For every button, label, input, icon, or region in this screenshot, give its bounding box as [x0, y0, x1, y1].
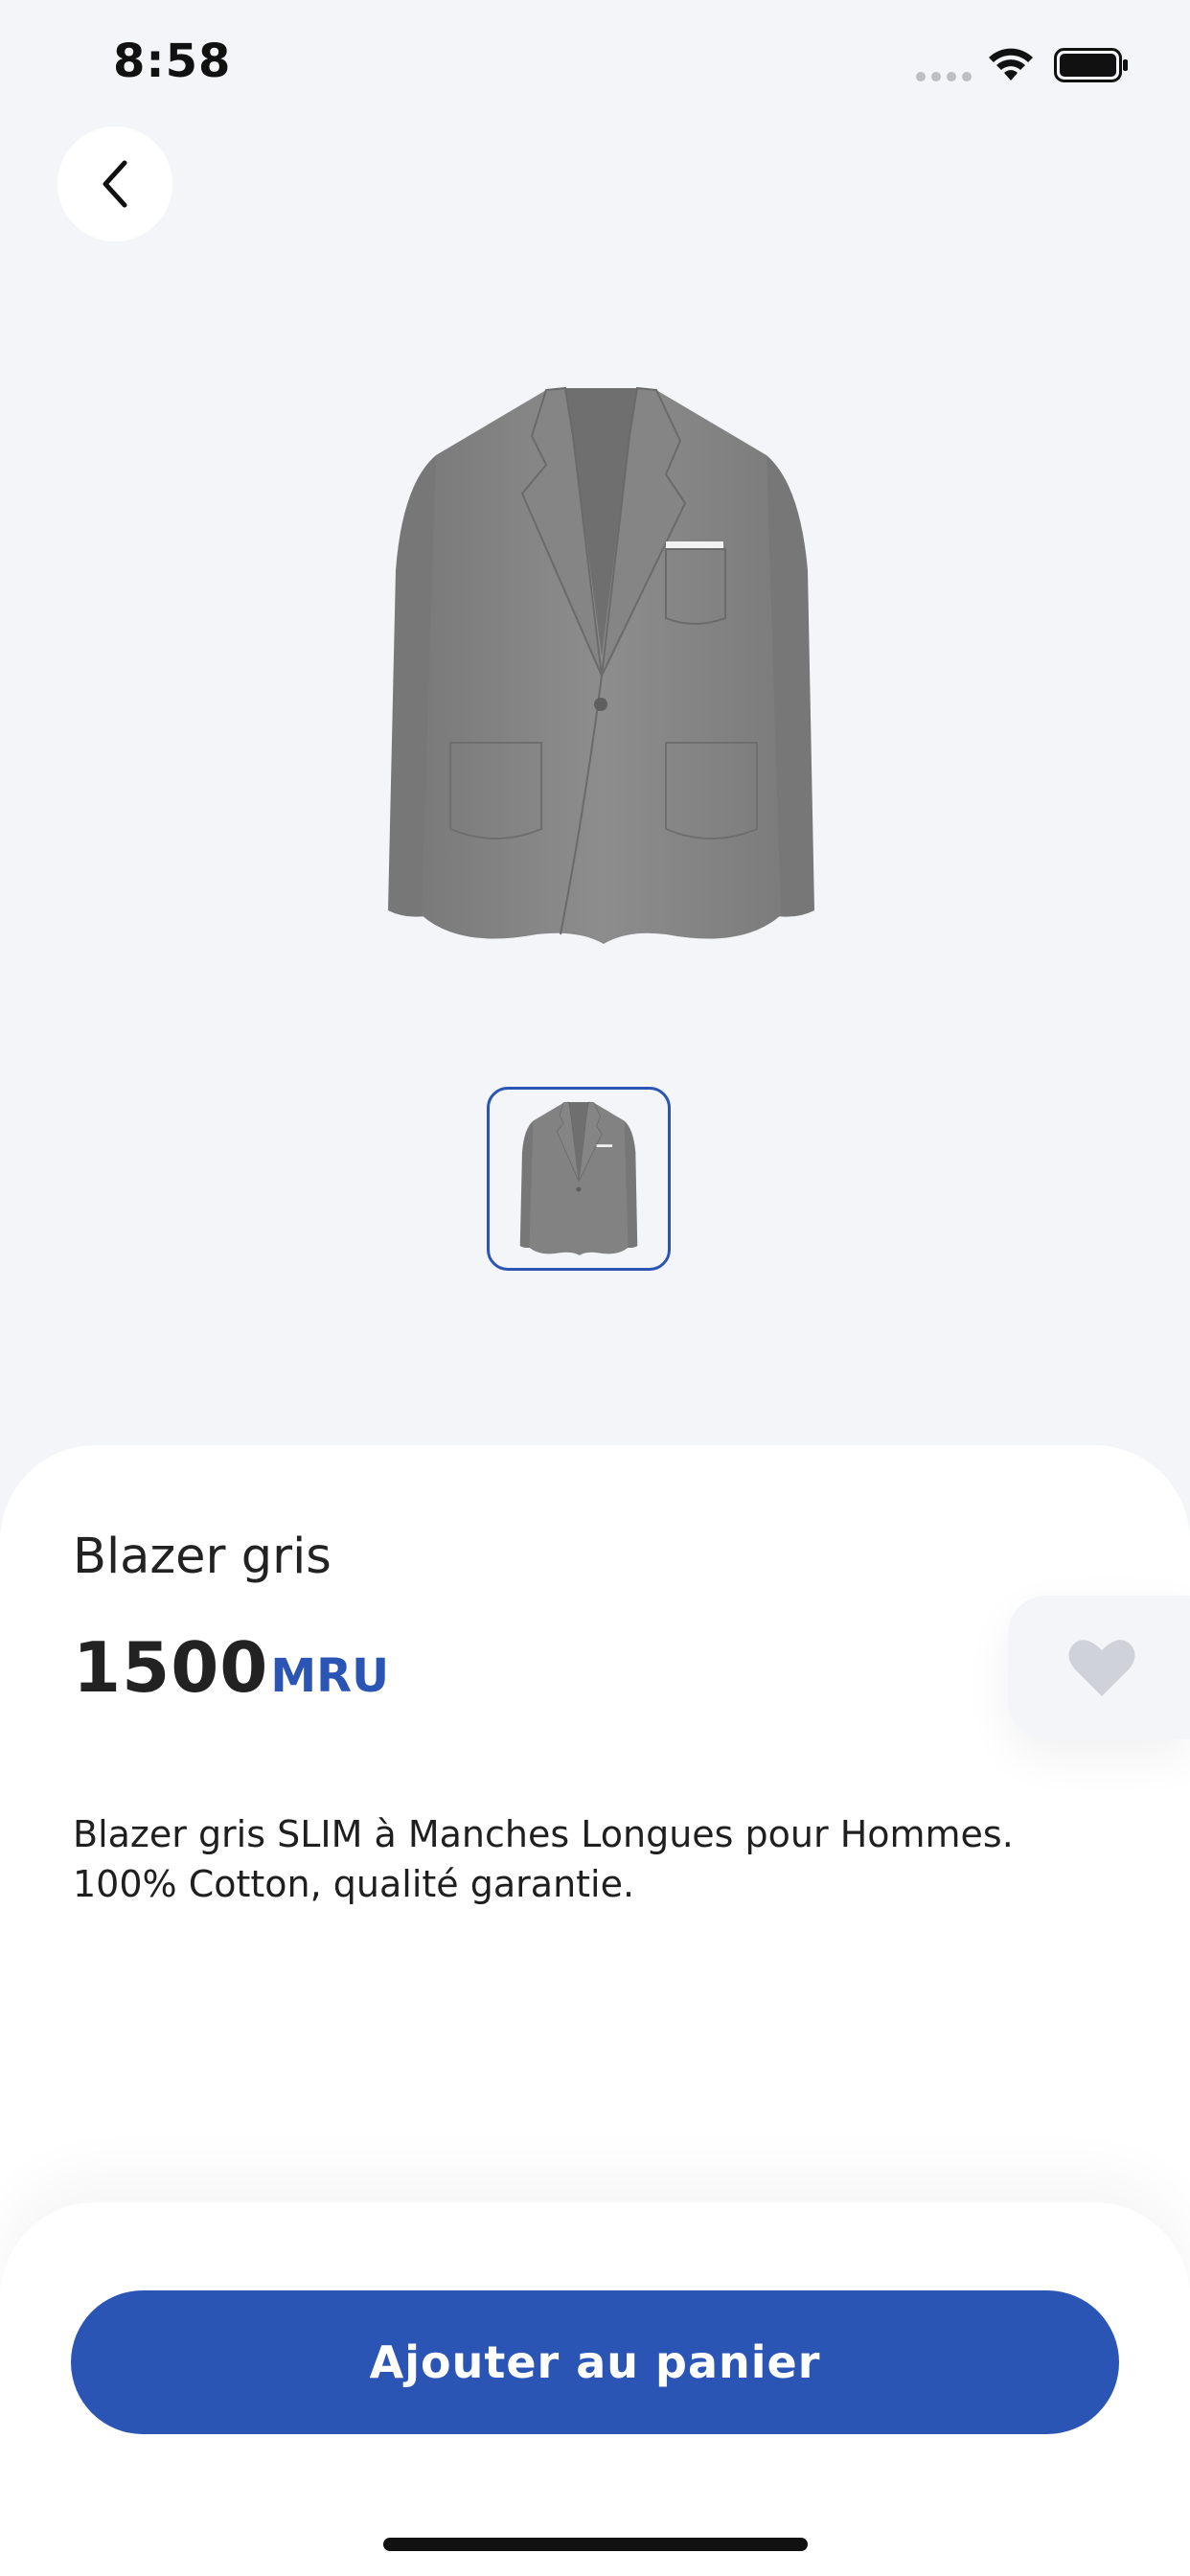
cellular-signal-icon — [916, 72, 972, 81]
heart-icon — [1068, 1640, 1135, 1696]
status-time: 8:58 — [113, 34, 232, 88]
price-amount: 1500 — [73, 1627, 269, 1708]
favorite-button[interactable] — [1008, 1596, 1190, 1739]
product-image — [388, 386, 814, 944]
wifi-icon — [989, 48, 1033, 80]
chevron-left-icon — [103, 160, 127, 208]
product-price: 1500MRU — [73, 1627, 389, 1708]
price-currency: MRU — [270, 1649, 390, 1703]
battery-icon — [1054, 48, 1128, 82]
product-thumbnail[interactable] — [487, 1087, 671, 1271]
product-name: Blazer gris — [73, 1529, 332, 1585]
home-indicator — [383, 2538, 808, 2551]
add-to-cart-button[interactable]: Ajouter au panier — [71, 2290, 1119, 2434]
back-button[interactable] — [57, 126, 172, 242]
product-thumbnail-image — [519, 1101, 638, 1255]
product-description: Blazer gris SLIM à Manches Longues pour … — [73, 1813, 1014, 1905]
status-bar: 8:58 — [0, 0, 1190, 125]
